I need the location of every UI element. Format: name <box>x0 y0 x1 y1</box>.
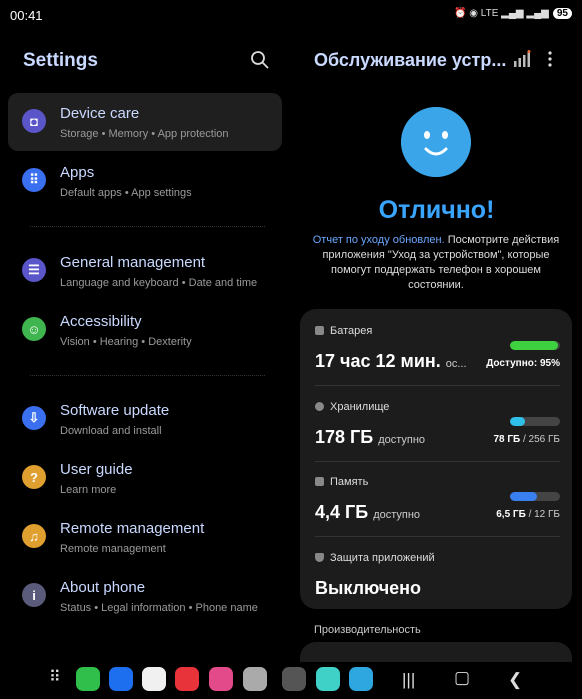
app-protection-row[interactable]: Защита приложений Выключено <box>315 552 560 602</box>
search-icon[interactable] <box>250 50 270 70</box>
item-subtitle: Learn more <box>60 484 117 496</box>
settings-item-software-update[interactable]: ⇩ Software update Download and install <box>8 390 282 448</box>
chrome-app-icon[interactable] <box>142 667 166 691</box>
status-time: 00:41 <box>10 8 43 23</box>
memory-label: Память <box>315 476 368 488</box>
app-protection-label: Защита приложений <box>315 552 435 564</box>
settings-item-about-phone[interactable]: i About phone Status • Legal information… <box>8 567 282 633</box>
storage-label: Хранилище <box>315 401 389 413</box>
item-title: About phone <box>60 579 146 596</box>
performance-card[interactable] <box>300 642 572 662</box>
storage-bar <box>510 417 560 426</box>
item-title: Accessibility <box>60 313 142 330</box>
telegram-app-icon[interactable] <box>349 667 373 691</box>
item-title: General management <box>60 254 206 271</box>
storage-bar-fill <box>510 417 525 426</box>
status-description: Отчет по уходу обновлен. Посмотрите дейс… <box>311 233 561 293</box>
memory-bar-fill <box>510 492 537 501</box>
smiley-face-icon <box>401 107 471 177</box>
back-button[interactable]: ❮ <box>508 670 522 690</box>
settings-title: Settings <box>23 50 98 71</box>
memory-value: 4,4 ГБ доступно <box>315 502 421 522</box>
storage-row[interactable]: Хранилище 178 ГБ доступно 78 ГБ / 256 ГБ <box>315 401 560 461</box>
status-icons: ⏰ ◉ LTE ▂▄▆ ▂▄▆ 95 <box>454 8 572 19</box>
shield-icon <box>315 553 324 562</box>
olx-app-icon[interactable] <box>316 667 340 691</box>
gallery-app-icon[interactable] <box>209 667 233 691</box>
item-subtitle: Status • Legal information • Phone name <box>60 602 258 614</box>
home-button[interactable]: ▢ <box>454 668 470 688</box>
settings-pane: Settings ◘ Device care Storage • Memory … <box>0 30 291 660</box>
item-subtitle: Download and install <box>60 425 162 437</box>
apps-icon: ⠿ <box>22 168 46 192</box>
memory-row[interactable]: Память 4,4 ГБ доступно 6,5 ГБ / 12 ГБ <box>315 476 560 536</box>
item-subtitle: Default apps • App settings <box>60 187 192 199</box>
status-bar: 00:41 ⏰ ◉ LTE ▂▄▆ ▂▄▆ 95 <box>0 0 582 30</box>
app-protection-value: Выключено <box>315 578 422 598</box>
phone-app-icon[interactable] <box>76 667 100 691</box>
divider <box>315 385 560 386</box>
battery-value: 17 час 12 мин. ос... <box>315 351 467 371</box>
device-care-title: Обслуживание устр... <box>314 50 507 70</box>
divider <box>315 461 560 462</box>
taskbar: ⠿ ||| ▢ ❮ <box>0 660 582 699</box>
notes-app-icon[interactable] <box>175 667 199 691</box>
update-icon: ⇩ <box>22 406 46 430</box>
battery-icon <box>315 326 324 335</box>
item-title: Apps <box>60 164 95 181</box>
storage-value: 178 ГБ доступно <box>315 427 426 447</box>
app-drawer-icon[interactable]: ⠿ <box>45 667 69 691</box>
storage-icon <box>315 402 324 411</box>
status-headline: Отлично! <box>378 196 495 224</box>
battery-row[interactable]: Батарея 17 час 12 мин. ос... Доступно: 9… <box>315 325 560 385</box>
diagnostics-icon[interactable] <box>513 50 531 68</box>
settings-item-accessibility[interactable]: ☺ Accessibility Vision • Hearing • Dexte… <box>8 301 282 359</box>
item-subtitle: Vision • Hearing • Dexterity <box>60 336 192 348</box>
battery-bar-fill <box>510 341 558 350</box>
item-subtitle: Language and keyboard • Date and time <box>60 277 258 289</box>
divider <box>315 536 560 537</box>
item-title: Device care <box>60 105 140 122</box>
storage-meta: 78 ГБ / 256 ГБ <box>493 434 560 445</box>
report-link[interactable]: Отчет по уходу обновлен. <box>313 234 445 246</box>
camera-app-icon[interactable] <box>243 667 267 691</box>
battery-label: Батарея <box>315 325 372 337</box>
item-title: Software update <box>60 402 170 419</box>
device-care-icon: ◘ <box>22 109 46 133</box>
item-subtitle: Storage • Memory • App protection <box>60 128 229 140</box>
item-title: Remote management <box>60 520 205 537</box>
settings-item-general-management[interactable]: ☰ General management Language and keyboa… <box>8 242 282 300</box>
sliders-icon: ☰ <box>22 258 46 282</box>
item-title: User guide <box>60 461 133 478</box>
status-indicators: ⏰ ◉ LTE ▂▄▆ ▂▄▆ <box>454 8 549 19</box>
info-icon: i <box>22 583 46 607</box>
device-care-pane: Обслуживание устр... Отлично! Отчет по у… <box>291 30 582 662</box>
guide-icon: ? <box>22 465 46 489</box>
more-options-icon[interactable] <box>545 50 555 68</box>
item-subtitle: Remote management <box>60 543 166 555</box>
performance-label: Производительность <box>314 624 421 636</box>
settings-item-user-guide[interactable]: ? User guide Learn more <box>8 449 282 507</box>
headset-icon: ♫ <box>22 524 46 548</box>
divider <box>30 226 265 227</box>
memory-icon <box>315 477 324 486</box>
memory-meta: 6,5 ГБ / 12 ГБ <box>496 509 560 520</box>
memory-bar <box>510 492 560 501</box>
settings-item-apps[interactable]: ⠿ Apps Default apps • App settings <box>8 152 282 210</box>
device-care-card: Батарея 17 час 12 мин. ос... Доступно: 9… <box>300 309 572 609</box>
battery-meta: Доступно: 95% <box>486 358 560 369</box>
recents-button[interactable]: ||| <box>402 670 415 690</box>
settings-item-remote-management[interactable]: ♫ Remote management Remote management <box>8 508 282 566</box>
divider <box>30 375 265 376</box>
battery-bar <box>510 341 560 350</box>
accessibility-icon: ☺ <box>22 317 46 341</box>
settings-app-icon[interactable] <box>282 667 306 691</box>
settings-item-device-care[interactable]: ◘ Device care Storage • Memory • App pro… <box>8 93 282 151</box>
battery-indicator: 95 <box>552 8 572 19</box>
messages-app-icon[interactable] <box>109 667 133 691</box>
